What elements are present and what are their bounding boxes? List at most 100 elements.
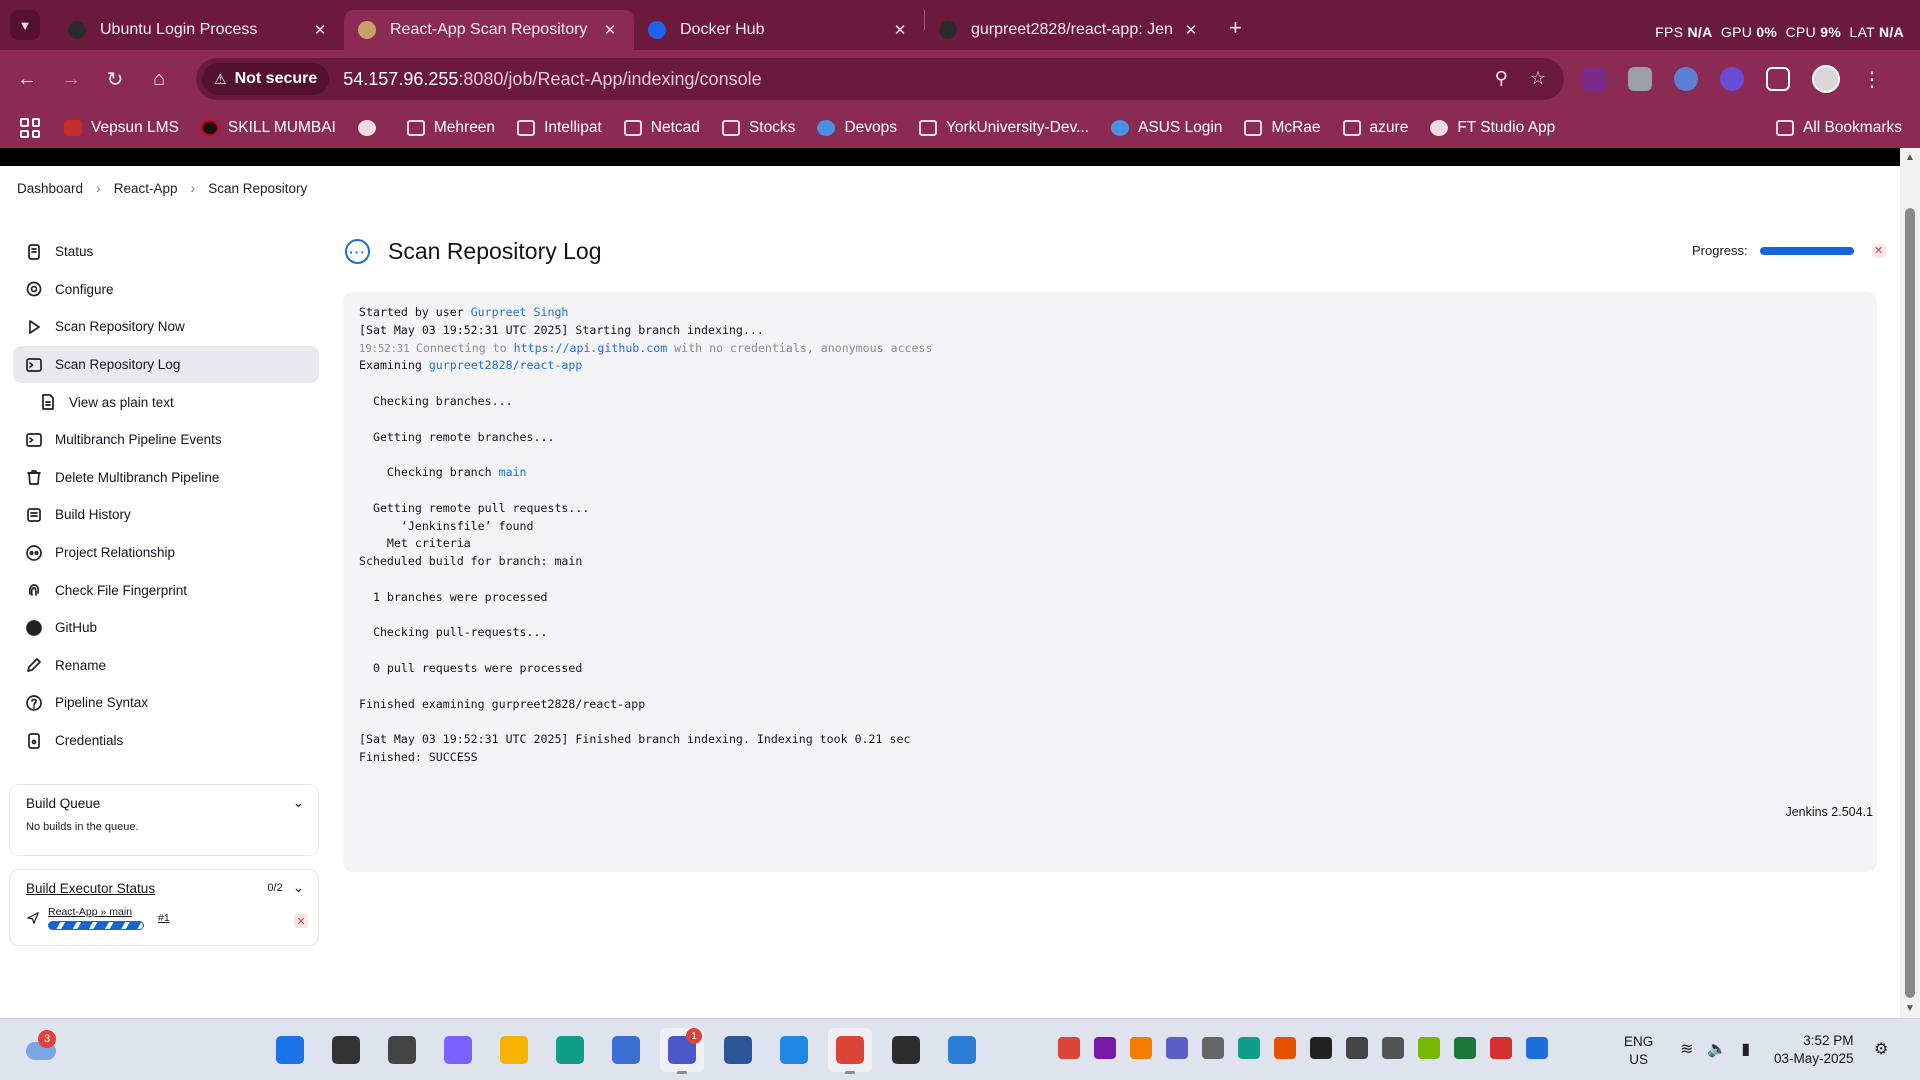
tray-app-icon[interactable] [1166, 1037, 1188, 1059]
breadcrumb-react-app[interactable]: React-App [114, 181, 178, 196]
zoom-icon[interactable]: ⚲ [1495, 68, 1508, 89]
tray-app-icon[interactable] [1346, 1037, 1368, 1059]
sidebar-item-check-file-fingerprint[interactable]: Check File Fingerprint [13, 571, 319, 609]
sidebar-item-multibranch-pipeline-events[interactable]: Multibranch Pipeline Events [13, 421, 319, 459]
taskbar-chrome-button[interactable] [828, 1028, 872, 1074]
browser-tab[interactable]: Docker Hub ✕ [634, 10, 924, 50]
tray-app-icon[interactable] [1130, 1037, 1152, 1059]
browser-tab[interactable]: React-App Scan Repository Log ✕ [344, 10, 634, 50]
browser-menu-icon[interactable]: ⋮ [1862, 67, 1882, 92]
taskbar-windows-start-button[interactable] [268, 1028, 312, 1072]
tab-search-button[interactable]: ▼ [10, 10, 40, 40]
extension-icon[interactable] [1582, 67, 1606, 91]
browser-tab[interactable]: gurpreet2828/react-app: Jenkin ✕ [925, 10, 1215, 50]
console-link[interactable]: https://api.github.com [514, 341, 668, 355]
sidebar-item-rename[interactable]: Rename [13, 647, 319, 685]
site-security-chip[interactable]: ⚠ Not secure [202, 63, 330, 95]
back-button[interactable]: ← [10, 62, 44, 96]
sidebar-item-pipeline-syntax[interactable]: Pipeline Syntax [13, 684, 319, 722]
extension-icon[interactable] [1628, 67, 1652, 91]
tray-app-icon[interactable] [1094, 1037, 1116, 1059]
console-link[interactable]: gurpreet2828/react-app [429, 358, 583, 372]
sidebar-item-credentials[interactable]: Credentials [13, 722, 319, 760]
extension-icon[interactable] [1674, 67, 1698, 91]
wifi-icon[interactable]: ≋ [1680, 1039, 1693, 1059]
tray-app-icon[interactable] [1310, 1037, 1332, 1059]
bookmark-item[interactable]: Intellipat [517, 119, 602, 137]
tray-app-icon[interactable] [1238, 1037, 1260, 1059]
bookmark-item[interactable]: SKILL MUMBAI [200, 119, 336, 137]
tray-app-icon[interactable] [1382, 1037, 1404, 1059]
tray-app-icon[interactable] [1454, 1037, 1476, 1059]
sidebar-item-project-relationship[interactable]: Project Relationship [13, 534, 319, 572]
profile-avatar[interactable] [1812, 65, 1840, 93]
bookmark-item[interactable]: McRae [1244, 119, 1321, 137]
sidebar-item-view-as-plain-text[interactable]: View as plain text [13, 383, 319, 421]
taskbar-word-button[interactable] [716, 1028, 760, 1072]
tray-app-icon[interactable] [1274, 1037, 1296, 1059]
bookmark-star-icon[interactable]: ☆ [1530, 68, 1546, 89]
breadcrumb-scan-repository[interactable]: Scan Repository [208, 181, 307, 196]
console-link[interactable]: Gurpreet Singh [471, 305, 569, 319]
new-tab-button[interactable]: + [1229, 15, 1242, 41]
notifications-icon[interactable]: ⚙ [1874, 1039, 1888, 1059]
taskbar-notepad-button[interactable] [940, 1028, 984, 1072]
close-tab-icon[interactable]: ✕ [600, 21, 620, 39]
bookmark-item[interactable]: Vepsun LMS [64, 119, 179, 137]
taskbar-task-view-button[interactable] [380, 1028, 424, 1072]
sidebar-item-scan-repository-now[interactable]: Scan Repository Now [13, 308, 319, 346]
tray-app-icon[interactable] [1526, 1037, 1548, 1059]
tray-app-icon[interactable] [1418, 1037, 1440, 1059]
taskbar-store-button[interactable] [604, 1028, 648, 1072]
home-button[interactable]: ⌂ [142, 62, 176, 96]
tray-app-icon[interactable] [1490, 1037, 1512, 1059]
battery-icon[interactable]: ▮ [1741, 1039, 1750, 1059]
executor-job-link[interactable]: React-App » main [48, 906, 144, 918]
taskbar-jenkins-app-button[interactable]: 1 [660, 1028, 704, 1074]
bookmark-item[interactable]: Mehreen [406, 119, 495, 137]
extension-icon[interactable] [1720, 67, 1744, 91]
bookmark-item[interactable] [357, 120, 385, 136]
scroll-down-icon[interactable]: ▼ [1905, 1003, 1915, 1014]
sidebar-item-delete-multibranch-pipeline[interactable]: Delete Multibranch Pipeline [13, 459, 319, 497]
all-bookmarks-button[interactable]: All Bookmarks [1775, 119, 1902, 137]
taskbar-edge-button[interactable] [548, 1028, 592, 1072]
volume-icon[interactable]: 🔈 [1707, 1039, 1727, 1059]
extensions-puzzle-icon[interactable] [1766, 67, 1790, 91]
close-tab-icon[interactable]: ✕ [1181, 21, 1201, 39]
chevron-down-icon[interactable]: ⌄ [293, 795, 304, 811]
page-scrollbar[interactable]: ▲ ▼ [1900, 148, 1920, 1018]
console-link[interactable]: main [499, 465, 527, 479]
bookmark-item[interactable]: FT Studio App [1430, 119, 1555, 137]
sidebar-item-configure[interactable]: Configure [13, 271, 319, 309]
sidebar-item-scan-repository-log[interactable]: Scan Repository Log [13, 345, 319, 384]
cancel-scan-icon[interactable]: ✕ [1871, 243, 1886, 258]
language-indicator[interactable]: ENG US [1624, 1033, 1653, 1069]
browser-tab[interactable]: Ubuntu Login Process ✕ [54, 10, 344, 50]
cancel-build-icon[interactable]: ✕ [294, 914, 308, 928]
bookmark-item[interactable]: Netcad [623, 119, 700, 137]
bookmark-item[interactable]: Devops [817, 119, 897, 137]
taskbar-terminal-button[interactable] [884, 1028, 928, 1072]
reload-button[interactable]: ↻ [98, 62, 132, 96]
taskbar-file-explorer-button[interactable] [492, 1028, 536, 1072]
weather-widget[interactable]: 3 [24, 1030, 58, 1064]
url-text[interactable]: 54.157.96.255:8080/job/React-App/indexin… [343, 69, 761, 90]
sidebar-item-status[interactable]: Status [13, 233, 319, 271]
build-executor-title[interactable]: Build Executor Status [26, 881, 155, 896]
bookmark-item[interactable]: YorkUniversity-Dev... [919, 119, 1089, 137]
chevron-down-icon[interactable]: ⌄ [293, 880, 304, 896]
address-bar[interactable]: ⚠ Not secure 54.157.96.255:8080/job/Reac… [196, 58, 1564, 100]
clock[interactable]: 3:52 PM 03-May-2025 [1774, 1032, 1854, 1068]
bookmark-item[interactable]: ASUS Login [1110, 119, 1222, 137]
breadcrumb-dashboard[interactable]: Dashboard [17, 181, 83, 196]
build-queue-title[interactable]: Build Queue [26, 796, 100, 811]
taskbar-vscode-button[interactable] [772, 1028, 816, 1072]
apps-grid-icon[interactable] [20, 118, 40, 138]
close-tab-icon[interactable]: ✕ [310, 21, 330, 39]
scroll-up-icon[interactable]: ▲ [1905, 152, 1915, 163]
close-tab-icon[interactable]: ✕ [890, 21, 910, 39]
scrollbar-thumb[interactable] [1905, 208, 1915, 998]
bookmark-item[interactable]: Stocks [721, 119, 795, 137]
tray-app-icon[interactable] [1202, 1037, 1224, 1059]
